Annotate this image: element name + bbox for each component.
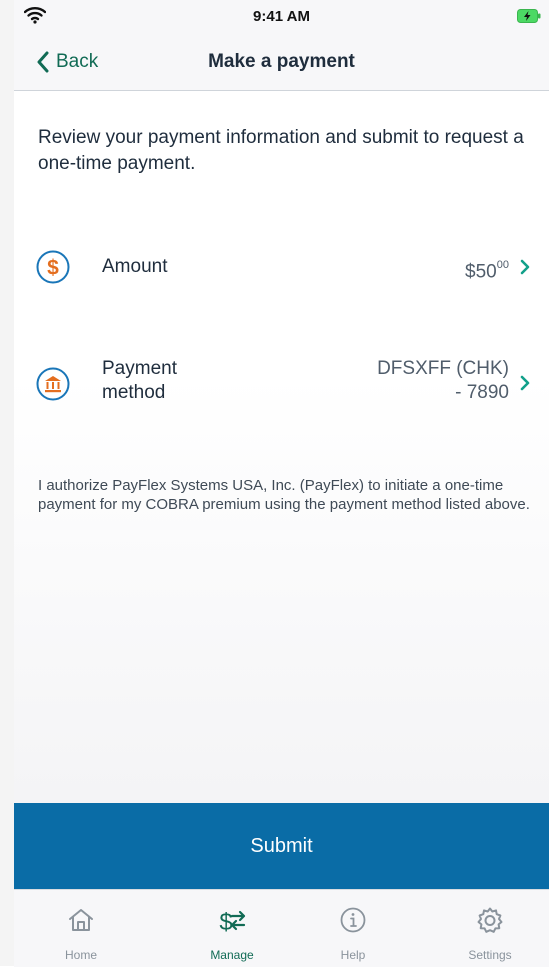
amount-value-cents: 00	[496, 259, 509, 271]
svg-text:$: $	[47, 257, 59, 280]
page-title: Make a payment	[208, 51, 355, 72]
tab-help[interactable]: Help	[298, 890, 408, 967]
navigation-bar: Back Make a payment	[14, 34, 549, 91]
home-icon	[69, 909, 93, 931]
amount-label: Amount	[102, 256, 168, 277]
payment-method-label-line2: method	[102, 382, 166, 403]
window-edge	[0, 0, 15, 966]
tab-manage[interactable]: $ Manage	[177, 890, 287, 967]
payment-method-row[interactable]: Payment method DFSXFF (CHK) - 7890	[14, 353, 549, 413]
chevron-right-icon	[520, 259, 530, 275]
bank-icon	[36, 367, 70, 401]
status-bar: 9:41 AM	[14, 0, 549, 34]
info-icon	[340, 907, 366, 933]
tab-settings[interactable]: Settings	[435, 890, 545, 967]
app-screen: 9:41 AM Back Make a payment Review your …	[14, 0, 549, 967]
tab-help-label: Help	[340, 948, 366, 962]
payment-method-value-line1: DFSXFF (CHK)	[377, 358, 509, 379]
tab-home[interactable]: Home	[26, 890, 136, 967]
svg-text:$: $	[219, 909, 232, 934]
tab-manage-label: Manage	[210, 948, 254, 962]
amount-value-dollars: $50	[465, 261, 497, 283]
payment-method-label-line1: Payment	[102, 358, 177, 379]
tab-bar: Home $ Manage Help Settings	[14, 889, 549, 967]
manage-dollar-icon: $	[219, 909, 246, 934]
payment-method-value: DFSXFF (CHK) - 7890	[377, 357, 509, 405]
chevron-right-icon	[520, 375, 530, 391]
tab-settings-label: Settings	[468, 948, 512, 962]
gear-icon	[477, 907, 503, 933]
tab-home-label: Home	[64, 948, 97, 962]
payment-method-label: Payment method	[102, 357, 177, 405]
intro-text: Review your payment information and subm…	[38, 127, 524, 174]
amount-row[interactable]: $ Amount $5000	[14, 241, 549, 293]
authorization-disclaimer: I authorize PayFlex Systems USA, Inc. (P…	[38, 477, 530, 513]
battery-charging-icon	[517, 9, 541, 23]
submit-button[interactable]: Submit	[14, 803, 549, 889]
payment-review-content: Review your payment information and subm…	[14, 91, 549, 803]
amount-value: $5000	[465, 255, 509, 284]
status-time: 9:41 AM	[253, 8, 310, 25]
dollar-circle-icon: $	[36, 250, 70, 284]
payment-method-value-line2: - 7890	[455, 382, 509, 403]
